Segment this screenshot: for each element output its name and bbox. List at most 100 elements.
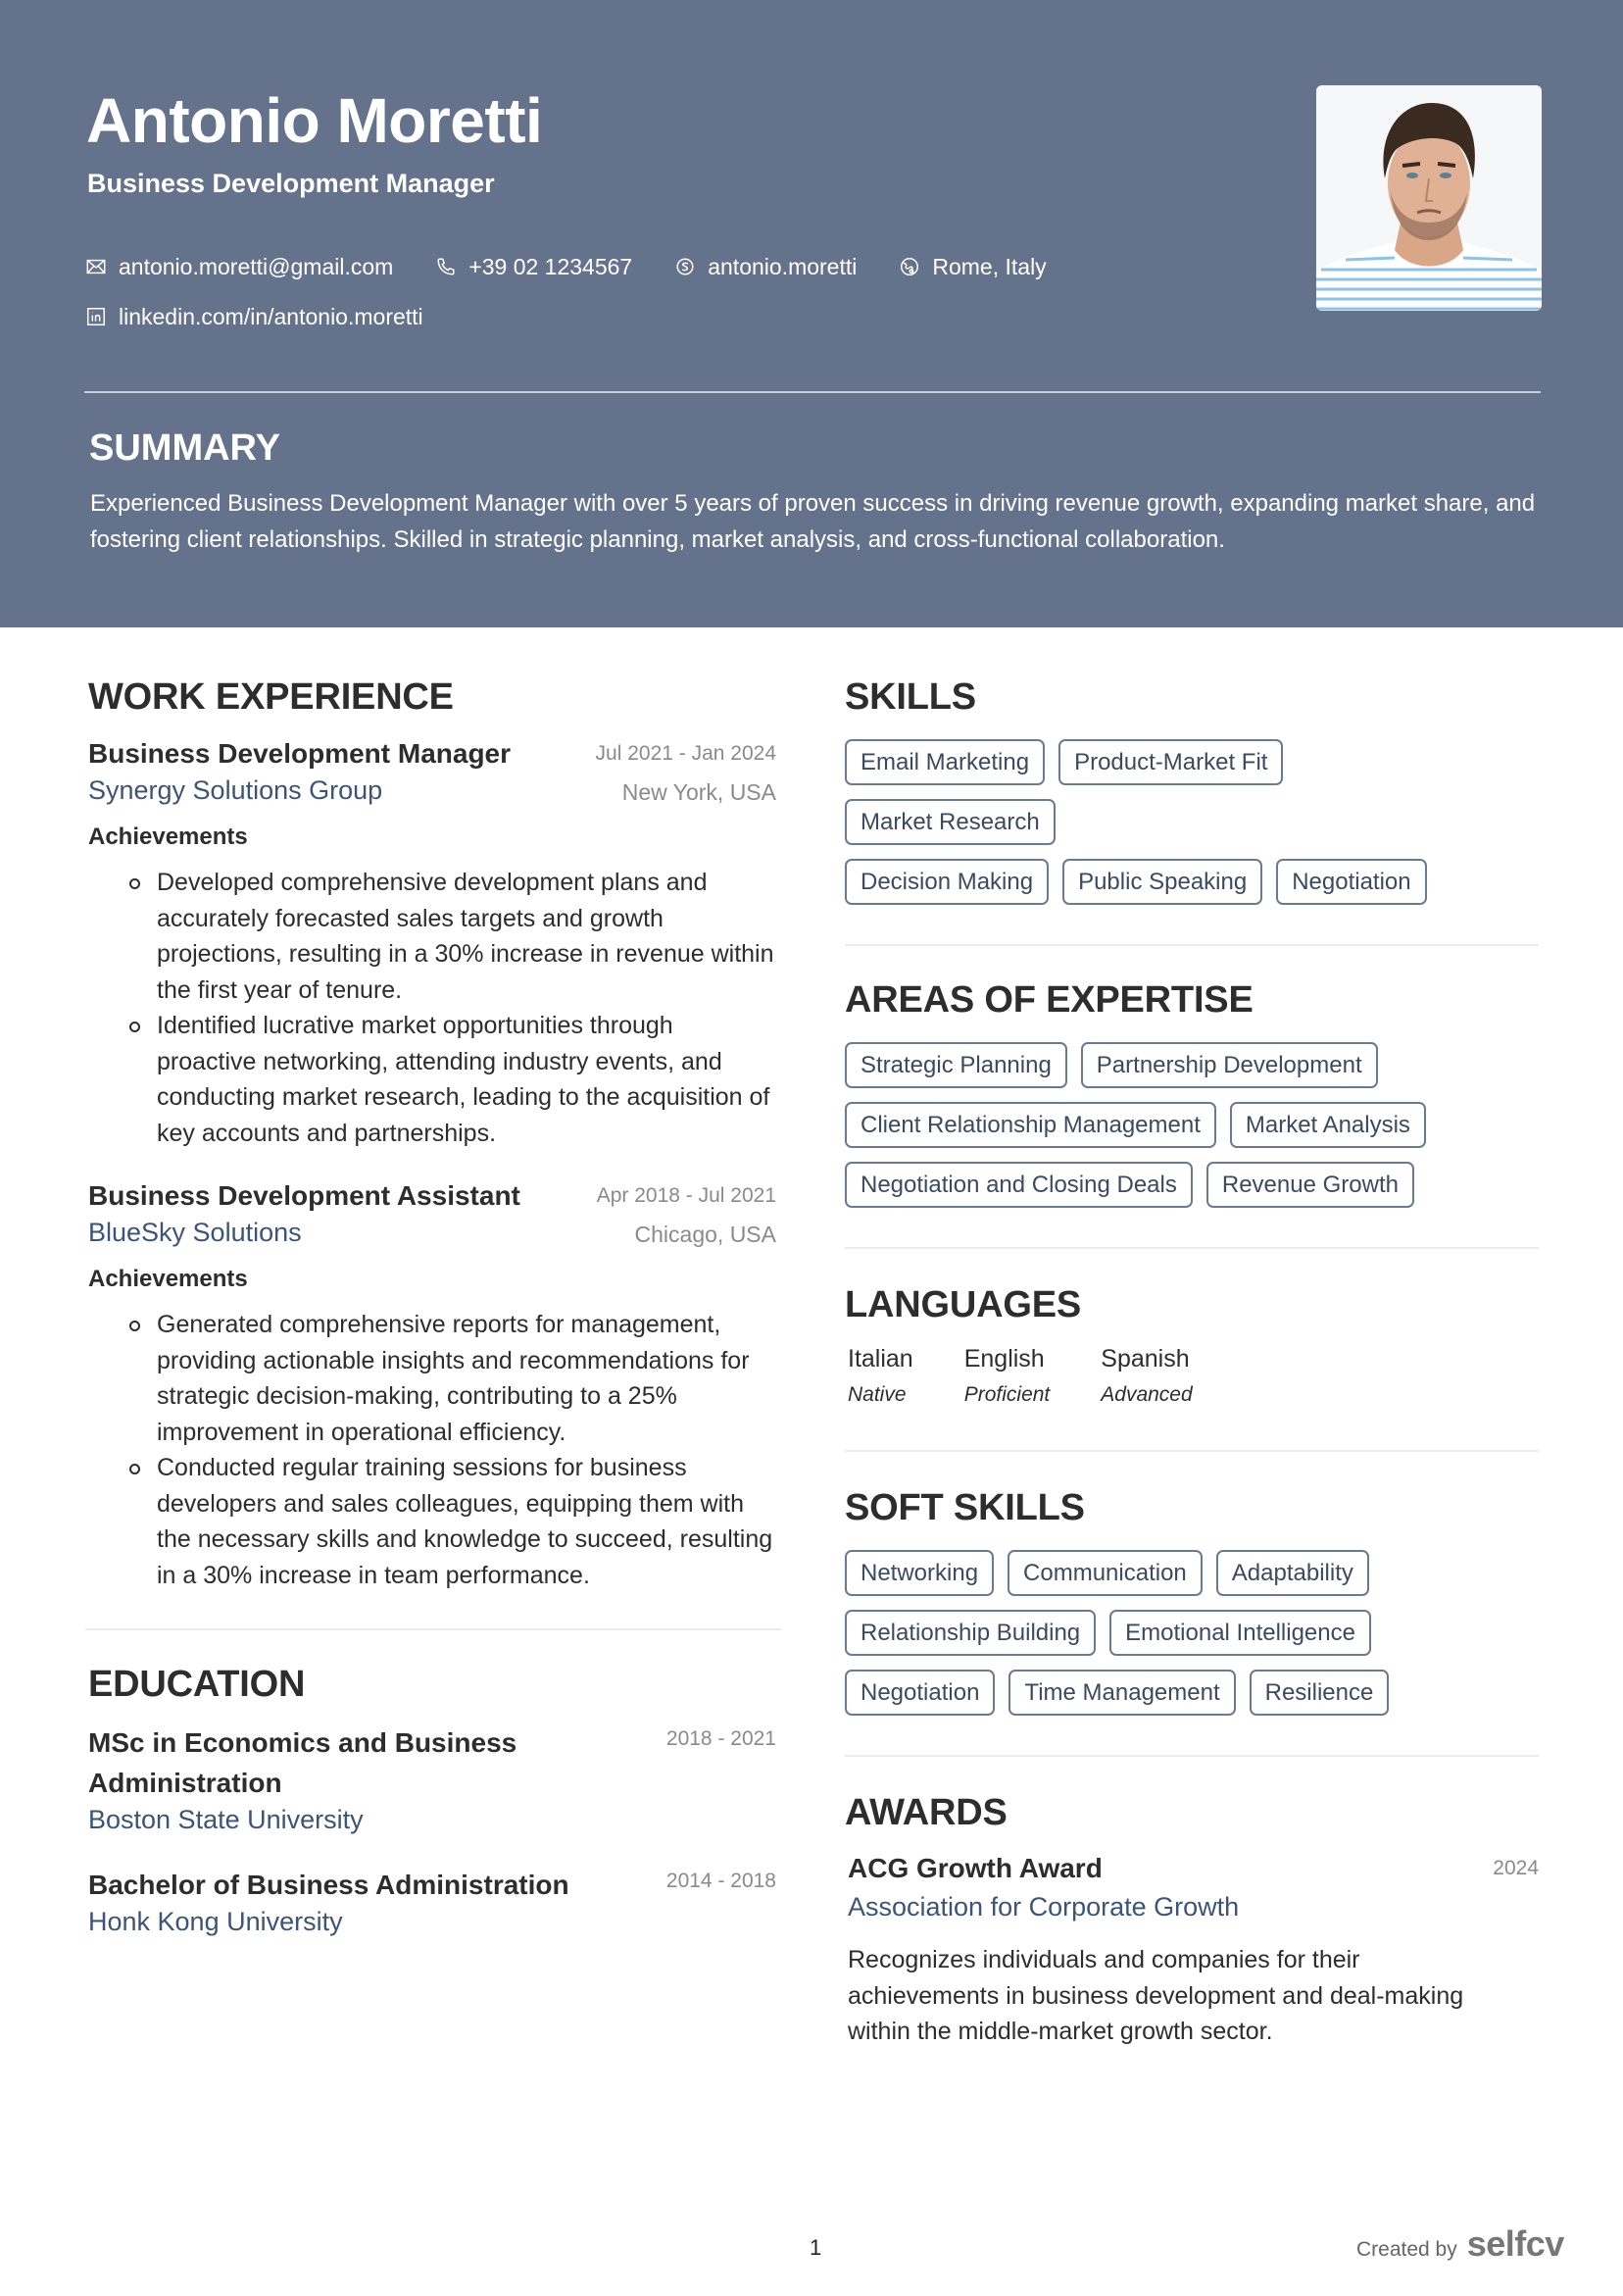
skill-tag: Negotiation [1276,859,1427,905]
education-dates: 2014 - 2018 [665,1870,776,1892]
linkedin-icon [84,305,108,328]
job-location: New York, USA [621,779,776,805]
expertise-tag: Partnership Development [1080,1042,1378,1088]
achievement-item: Conducted regular training sessions for … [129,1450,776,1593]
phone-icon [434,255,458,278]
section-divider [85,1628,781,1630]
language-name: English [963,1345,1045,1373]
location-icon [898,255,921,278]
portrait-image [1316,85,1542,311]
header-divider [84,391,1541,393]
contact-phone[interactable]: +39 02 1234567 [434,254,632,280]
award-organization: Association for Corporate Growth [848,1892,1240,1922]
soft-skill-tag: Adaptability [1215,1550,1369,1596]
skill-tag: Product-Market Fit [1058,739,1284,785]
summary-text: Experienced Business Development Manager… [90,490,1536,553]
job-company: Synergy Solutions Group [88,775,383,805]
expertise-heading: AREAS OF EXPERTISE [845,979,1254,1021]
contact-skype[interactable]: antonio.moretti [673,254,857,280]
award-title: ACG Growth Award [848,1853,1103,1883]
soft-skill-tag: Negotiation [845,1670,996,1716]
summary-heading: SUMMARY [89,427,280,469]
work-experience-heading: WORK EXPERIENCE [88,676,454,718]
brand-logo: selfcv [1466,2223,1565,2264]
job-dates: Apr 2018 - Jul 2021 [596,1184,776,1207]
job-entry: Business Development Manager Jul 2021 - … [88,738,776,1151]
right-column: SKILLS Email Marketing Product-Market Fi… [845,667,1539,2050]
contact-location: Rome, Italy [898,253,1047,280]
expertise-tag: Client Relationship Management [845,1102,1216,1148]
language-name: Italian [848,1345,913,1373]
skills-list: Email Marketing Product-Market Fit Marke… [845,739,1539,919]
profile-photo [1316,85,1542,311]
contact-phone-text: +39 02 1234567 [468,253,633,279]
education-school: Honk Kong University [88,1907,343,1936]
job-dates: Jul 2021 - Jan 2024 [595,742,776,765]
achievement-item: Generated comprehensive reports for mana… [129,1307,776,1450]
expertise-tag: Market Analysis [1229,1102,1426,1148]
contact-email[interactable]: antonio.moretti@gmail.com [84,254,393,280]
award-description: Recognizes individuals and companies for… [848,1946,1464,2045]
expertise-tag: Revenue Growth [1205,1162,1414,1208]
education-school: Boston State University [88,1805,364,1834]
section-divider [845,944,1539,946]
job-role: Business Development Assistant [88,1180,520,1211]
section-divider [845,1450,1539,1452]
awards-heading: AWARDS [845,1792,1008,1833]
expertise-tag: Negotiation and Closing Deals [845,1162,1193,1208]
created-by-badge[interactable]: Created by selfcv [1356,2223,1564,2265]
resume-header: Antonio Moretti Business Development Man… [0,0,1623,627]
skill-tag: Public Speaking [1062,859,1263,905]
language-level: Native [848,1383,907,1406]
contact-linkedin-text: linkedin.com/in/antonio.moretti [119,303,423,329]
soft-skills-list: Networking Communication Adaptability Re… [845,1550,1539,1729]
soft-skill-tag: Relationship Building [845,1610,1097,1656]
job-role: Business Development Manager [88,738,512,769]
achievement-list: Developed comprehensive development plan… [88,865,776,1151]
achievement-item: Identified lucrative market opportunitie… [129,1008,776,1151]
contact-linkedin[interactable]: linkedin.com/in/antonio.moretti [84,304,423,330]
language-item: English Proficient [964,1345,1051,1407]
language-item: Italian Native [848,1345,913,1407]
language-level: Advanced [1101,1383,1193,1406]
skill-tag: Market Research [845,799,1056,845]
section-divider [845,1247,1539,1249]
job-company: BlueSky Solutions [88,1218,302,1247]
soft-skill-tag: Time Management [1008,1670,1236,1716]
expertise-list: Strategic Planning Partnership Developme… [845,1042,1539,1222]
created-by-label: Created by [1356,2238,1457,2261]
language-item: Spanish Advanced [1101,1345,1192,1407]
candidate-title: Business Development Manager [87,169,495,198]
left-column: WORK EXPERIENCE Business Development Man… [85,667,781,1937]
education-heading: EDUCATION [88,1664,306,1705]
soft-skill-tag: Emotional Intelligence [1109,1610,1371,1656]
education-entry: Bachelor of Business Administration 2014… [88,1865,776,1937]
contact-list: antonio.moretti@gmail.com +39 02 1234567… [84,250,1260,350]
achievements-label: Achievements [88,824,248,850]
skype-icon [673,255,697,278]
education-dates: 2018 - 2021 [665,1727,776,1750]
skill-tag: Decision Making [845,859,1050,905]
envelope-icon [84,255,108,278]
soft-skills-heading: SOFT SKILLS [845,1487,1085,1528]
job-location: Chicago, USA [634,1222,776,1247]
education-degree: MSc in Economics and Business Administra… [88,1727,517,1798]
section-divider [845,1755,1539,1757]
candidate-name: Antonio Moretti [86,85,543,156]
contact-email-text: antonio.moretti@gmail.com [119,253,394,279]
skill-tag: Email Marketing [845,739,1046,785]
languages-heading: LANGUAGES [845,1284,1081,1325]
contact-location-text: Rome, Italy [932,253,1047,279]
award-entry: ACG Growth Award 2024 Association for Co… [845,1853,1539,2050]
language-level: Proficient [963,1383,1051,1406]
skills-heading: SKILLS [845,676,976,718]
achievements-label: Achievements [88,1266,248,1292]
education-degree: Bachelor of Business Administration [88,1870,569,1900]
achievement-item: Developed comprehensive development plan… [129,865,776,1008]
job-entry: Business Development Assistant Apr 2018 … [88,1180,776,1593]
contact-skype-text: antonio.moretti [708,253,858,279]
award-year: 2024 [1493,1857,1539,1879]
page-number: 1 [810,2235,822,2260]
achievement-list: Generated comprehensive reports for mana… [88,1307,776,1593]
soft-skill-tag: Resilience [1249,1670,1390,1716]
